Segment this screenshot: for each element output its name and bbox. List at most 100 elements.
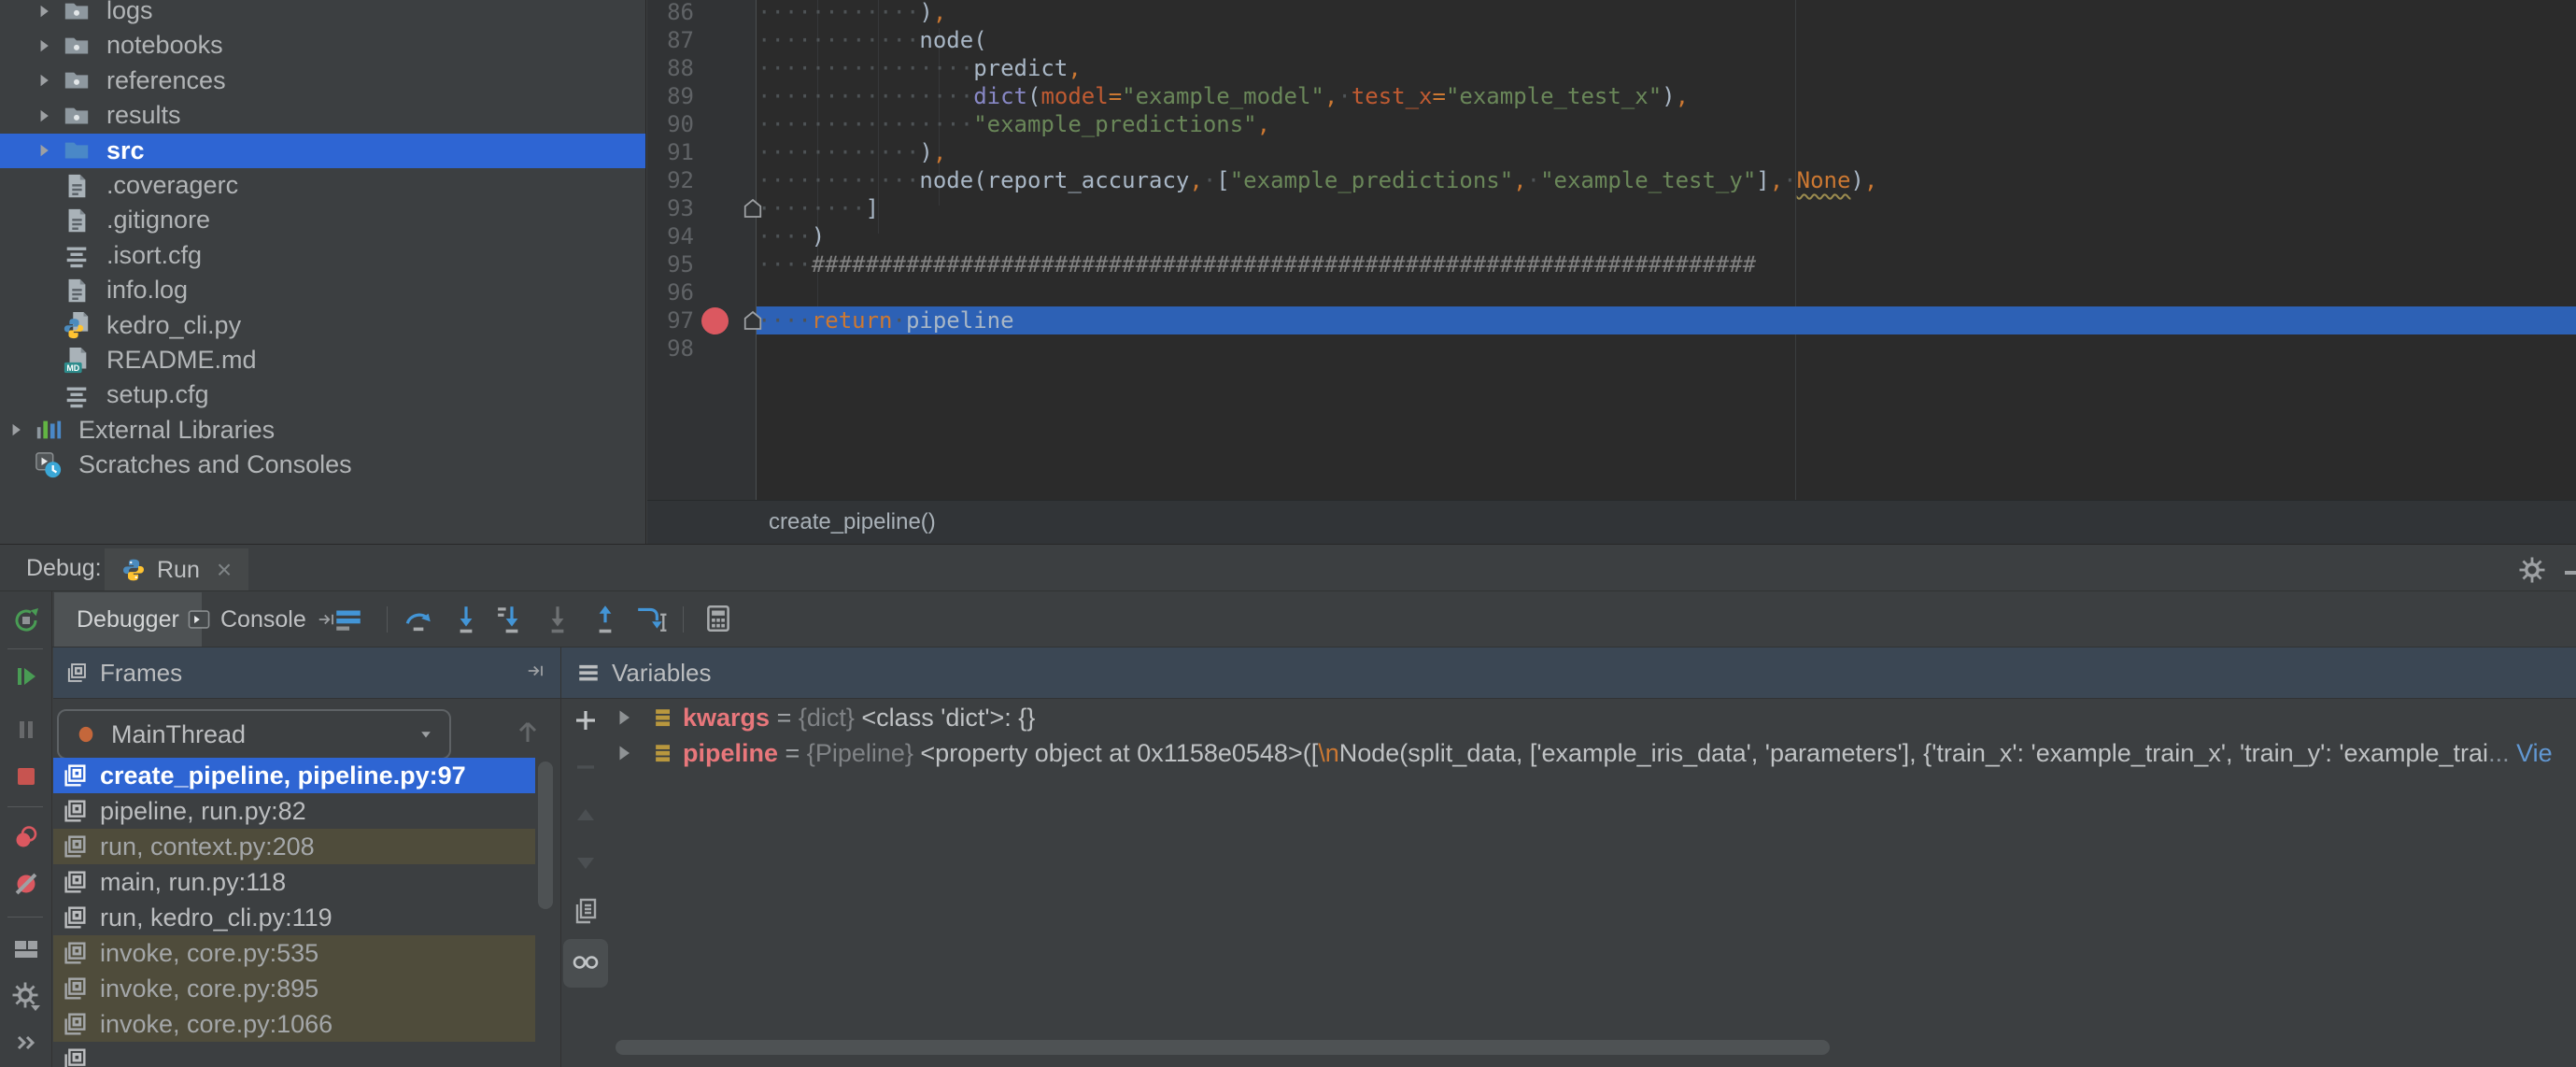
breadcrumb[interactable]: create_pipeline(): [769, 501, 936, 543]
frame-row-create-pipeline-pipeline-py-97[interactable]: create_pipeline, pipeline.py:97: [53, 758, 535, 793]
thread-selector-dropdown[interactable]: MainThread: [57, 709, 451, 760]
frame-row-invoke-core-py-1066[interactable]: invoke, core.py:1066: [53, 1006, 535, 1042]
tree-item-references[interactable]: references: [0, 64, 646, 98]
settings-gear-icon[interactable]: [11, 981, 41, 1011]
duplicate-icon[interactable]: [571, 896, 601, 926]
run-to-cursor-icon[interactable]: [635, 603, 667, 634]
tree-item-notebooks[interactable]: notebooks: [0, 28, 646, 63]
tree-item-readme-md[interactable]: MDREADME.md: [0, 343, 646, 377]
move-up-icon[interactable]: [571, 801, 601, 831]
smart-step-into-icon[interactable]: [542, 603, 573, 634]
code-line-89[interactable]: ················dict(model="example_mode…: [757, 82, 1689, 110]
expand-arrow-icon[interactable]: [613, 742, 635, 764]
variables-title: Variables: [612, 659, 711, 688]
code-line-90[interactable]: ················"example_predictions",: [757, 110, 1270, 138]
pin-icon[interactable]: [525, 660, 547, 682]
code-line-92[interactable]: ············node(report_accuracy,·["exam…: [757, 166, 1877, 194]
show-execution-point-icon[interactable]: [333, 603, 364, 634]
frames-scrollbar[interactable]: [538, 761, 553, 909]
editor-gutter[interactable]: 86878889909192939495969798: [647, 0, 757, 500]
frames-icon: [64, 661, 89, 685]
evaluate-expression-icon[interactable]: [702, 603, 734, 634]
force-step-into-icon[interactable]: [496, 603, 528, 634]
more-icon[interactable]: [11, 1028, 41, 1058]
code-line-87[interactable]: ············node(: [757, 26, 987, 54]
expand-arrow-icon[interactable]: [34, 140, 54, 161]
stop-icon[interactable]: [11, 761, 41, 791]
code-token: =: [1433, 83, 1446, 109]
restore-layout-icon[interactable]: [11, 934, 41, 964]
expand-arrow-icon[interactable]: [34, 70, 54, 91]
tree-item-kedro-cli-py[interactable]: kedro_cli.py: [0, 308, 646, 343]
mute-breakpoints-icon[interactable]: [11, 869, 41, 899]
step-over-icon[interactable]: [403, 603, 434, 634]
tree-item-info-log[interactable]: info.log: [0, 273, 646, 307]
variables-horizontal-scrollbar[interactable]: [616, 1040, 1830, 1055]
variable-link[interactable]: Vie: [2510, 739, 2553, 767]
tree-item-coveragerc[interactable]: .coveragerc: [0, 168, 646, 203]
frame-row[interactable]: [53, 1042, 535, 1067]
code-token: ): [919, 0, 932, 25]
view-breakpoints-icon[interactable]: [11, 822, 41, 852]
frame-row-invoke-core-py-895[interactable]: invoke, core.py:895: [53, 971, 535, 1006]
settings-gear-icon[interactable]: [2518, 556, 2548, 586]
code-area[interactable]: ············),············node(·········…: [757, 0, 2576, 500]
tree-item-external-libraries[interactable]: External Libraries: [0, 413, 646, 448]
variables-list-icon: [576, 661, 601, 685]
show-watches-icon[interactable]: [571, 945, 601, 975]
code-line-94[interactable]: ····): [757, 222, 825, 250]
step-into-icon[interactable]: [450, 603, 482, 634]
frame-row-pipeline-run-py-82[interactable]: pipeline, run.py:82: [53, 793, 535, 829]
variable-row-kwargs[interactable]: kwargs = {dict} <class 'dict'>: {}: [561, 700, 2576, 735]
run-session-tab[interactable]: Run ×: [105, 548, 248, 591]
tree-item-label: README.md: [106, 346, 257, 375]
previous-frame-arrow-icon[interactable]: [513, 717, 543, 747]
code-editor[interactable]: 86878889909192939495969798 ············)…: [647, 0, 2576, 500]
code-token: return: [812, 307, 893, 334]
variable-row-pipeline[interactable]: pipeline = {Pipeline} <property object a…: [561, 735, 2576, 771]
tree-item-gitignore[interactable]: .gitignore: [0, 203, 646, 237]
expand-arrow-icon[interactable]: [6, 420, 26, 440]
code-token: ,: [1257, 111, 1270, 137]
expand-arrow-icon[interactable]: [34, 106, 54, 126]
tree-item-label: .isort.cfg: [106, 241, 202, 270]
code-line-86[interactable]: ············),: [757, 0, 946, 26]
code-token: ····: [757, 223, 812, 249]
code-token: dict: [973, 83, 1027, 109]
tree-item-src[interactable]: src: [0, 134, 646, 168]
expand-arrow-icon[interactable]: [613, 706, 635, 729]
line-number: 92: [647, 166, 694, 194]
resume-icon[interactable]: [11, 662, 41, 691]
tab-console[interactable]: Console: [179, 592, 346, 647]
line-number: 95: [647, 250, 694, 278]
line-number: 90: [647, 110, 694, 138]
tree-item-logs[interactable]: logs: [0, 0, 646, 28]
pause-icon[interactable]: [11, 715, 41, 745]
tree-item-isort-cfg[interactable]: .isort.cfg: [0, 238, 646, 273]
code-line-88[interactable]: ················predict,: [757, 54, 1082, 82]
hide-window-icon[interactable]: [2561, 558, 2576, 588]
code-token: predict: [973, 55, 1068, 81]
tree-item-setup-cfg[interactable]: setup.cfg: [0, 377, 646, 412]
step-out-icon[interactable]: [589, 603, 621, 634]
tree-item-results[interactable]: results: [0, 98, 646, 133]
code-line-95[interactable]: ····####################################…: [757, 250, 1756, 278]
code-line-91[interactable]: ············),: [757, 138, 946, 166]
frame-row-run-kedro-cli-py-119[interactable]: run, kedro_cli.py:119: [53, 900, 535, 935]
frame-row-invoke-core-py-535[interactable]: invoke, core.py:535: [53, 935, 535, 971]
code-line-97[interactable]: ····return·pipeline: [757, 306, 1014, 334]
line-number: 97: [647, 306, 694, 334]
code-token: [: [1216, 167, 1229, 193]
code-line-93[interactable]: ········]: [757, 194, 879, 222]
breakpoint-icon[interactable]: [701, 307, 729, 334]
expand-arrow-icon[interactable]: [34, 1, 54, 21]
frame-row-run-context-py-208[interactable]: run, context.py:208: [53, 829, 535, 864]
expand-arrow-icon[interactable]: [34, 36, 54, 56]
rerun-icon[interactable]: [11, 605, 41, 635]
tree-item-label: External Libraries: [78, 416, 275, 445]
close-icon[interactable]: ×: [217, 557, 232, 583]
tree-item-scratches-and-consoles[interactable]: Scratches and Consoles: [0, 448, 646, 482]
breadcrumb-bar: create_pipeline(): [647, 500, 2576, 544]
frame-row-main-run-py-118[interactable]: main, run.py:118: [53, 864, 535, 900]
move-down-icon[interactable]: [571, 847, 601, 877]
